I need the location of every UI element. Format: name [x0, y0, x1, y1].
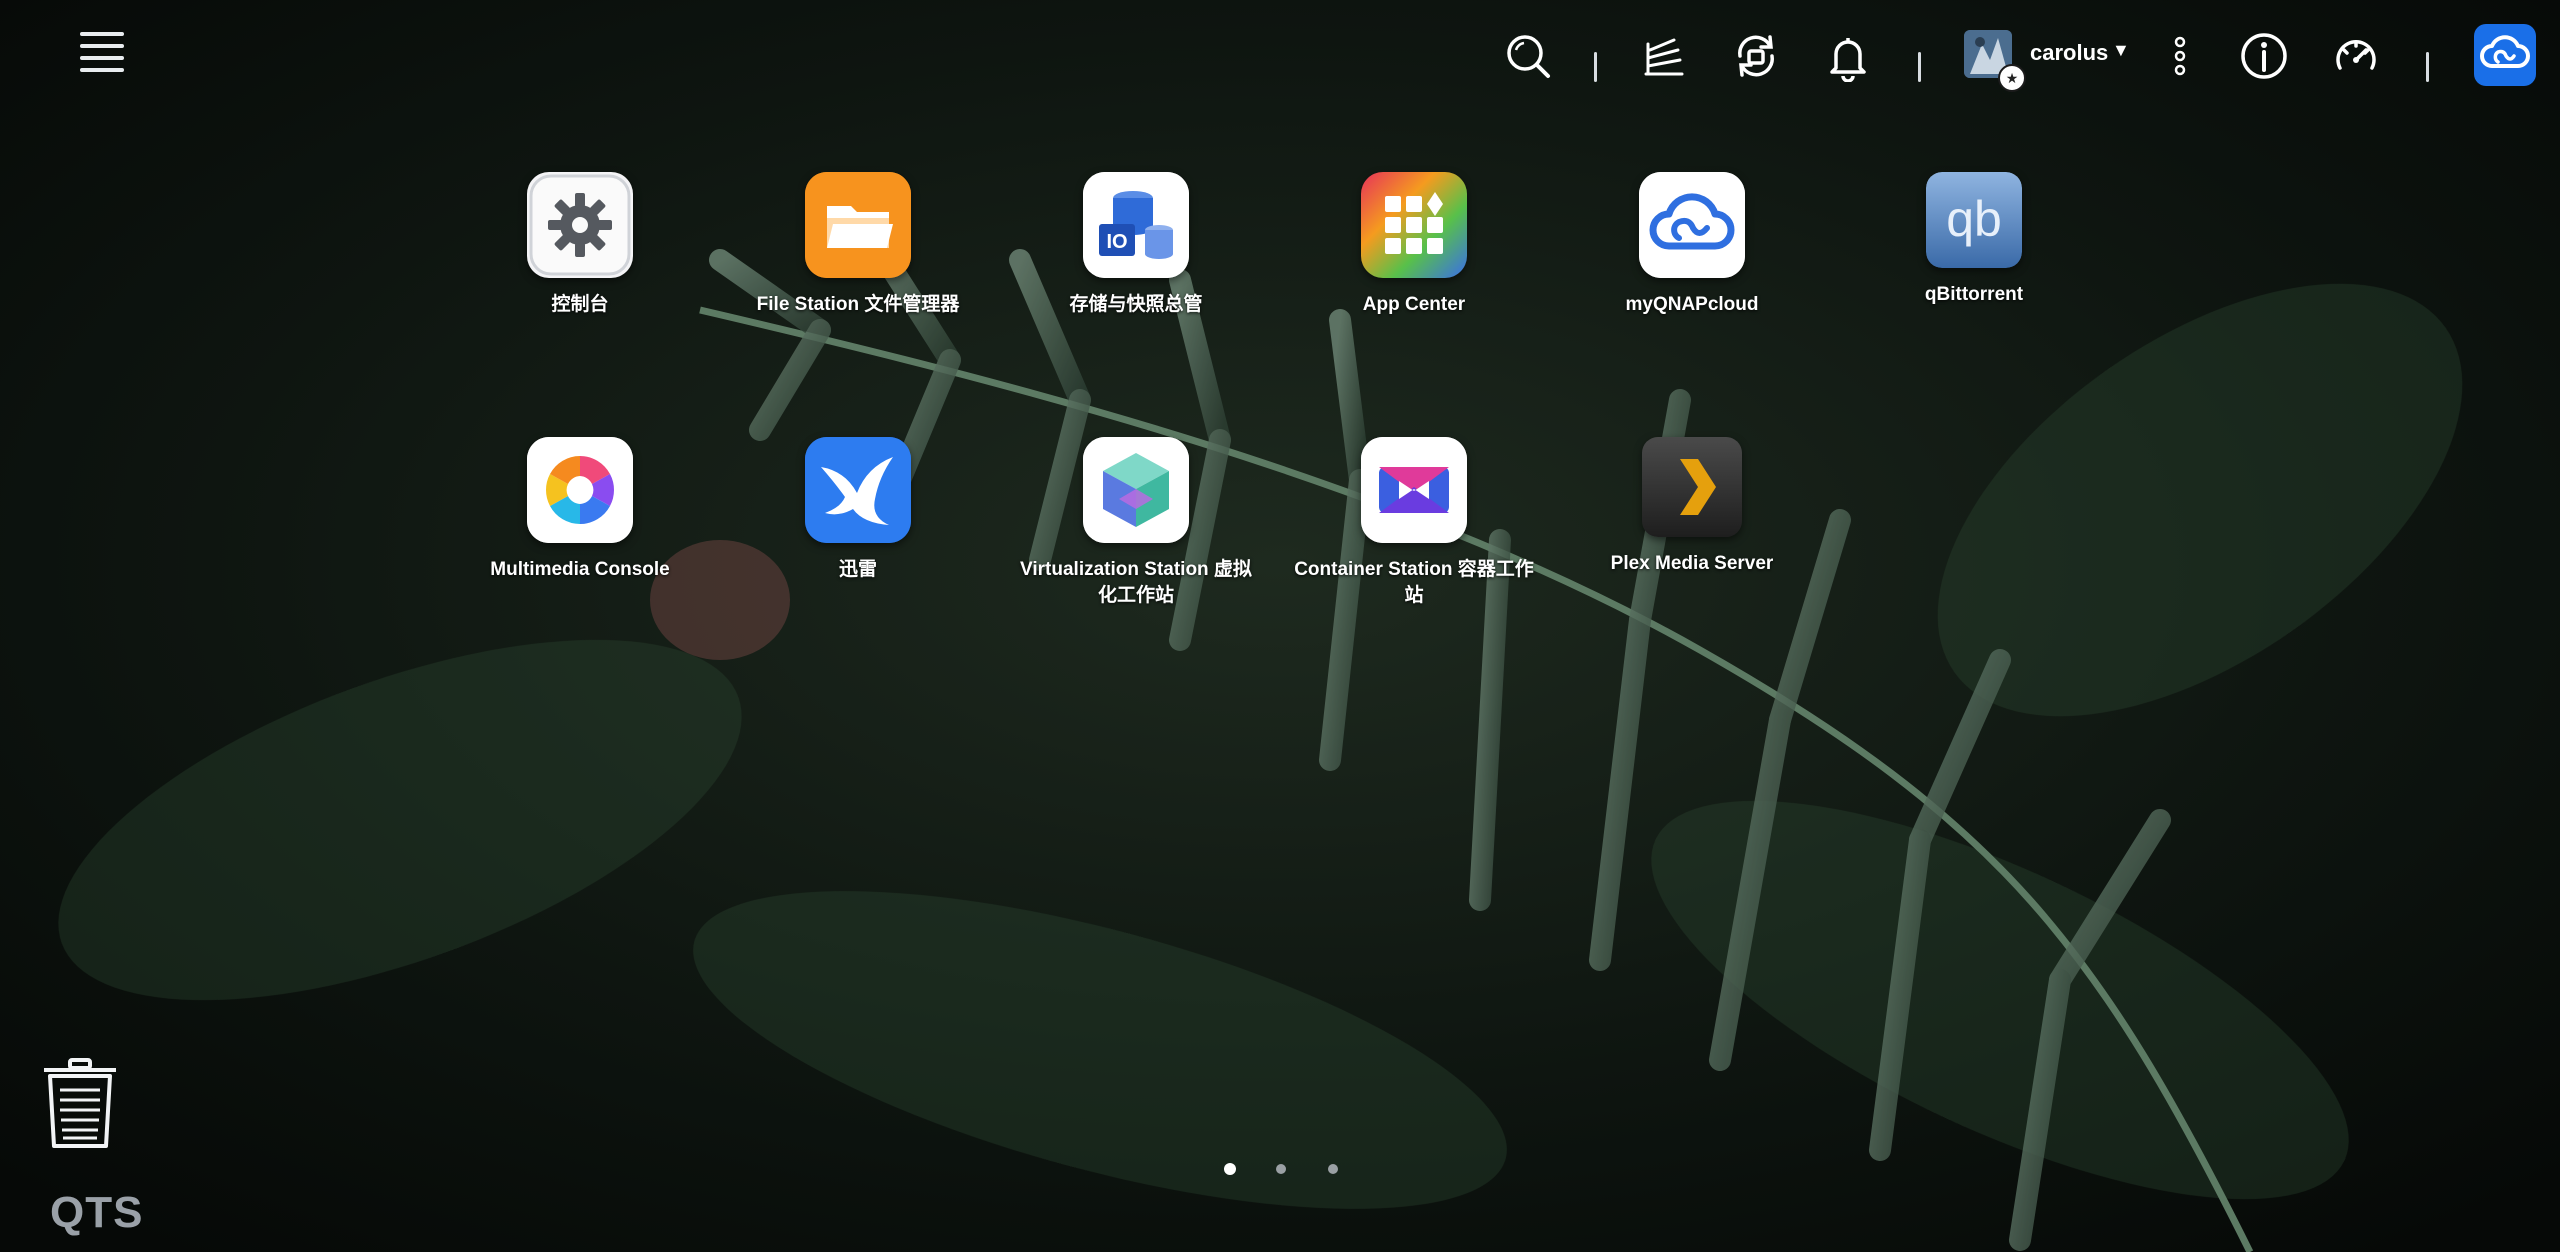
qbittorrent-icon: qb — [1926, 172, 2022, 268]
app-qbittorrent[interactable]: qb qBittorrent — [1854, 172, 2094, 308]
app-storage-snapshots[interactable]: IO 存储与快照总管 — [1016, 172, 1256, 318]
app-multimedia-console[interactable]: Multimedia Console — [460, 437, 700, 583]
storage-database-icon: IO — [1083, 172, 1189, 278]
app-label: Virtualization Station 虚拟化工作站 — [1020, 559, 1252, 606]
app-label: Container Station 容器工作站 — [1294, 559, 1534, 606]
app-label: Multimedia Console — [490, 559, 670, 580]
chevron-down-icon: ▼ — [2112, 40, 2130, 60]
app-label: App Center — [1362, 294, 1466, 315]
app-control-panel[interactable]: 控制台 — [460, 172, 700, 318]
app-label: myQNAPcloud — [1625, 294, 1759, 315]
plex-chevron-icon — [1642, 437, 1742, 537]
toolbar-separator — [1594, 52, 1597, 82]
page-dot-2[interactable] — [1276, 1164, 1286, 1174]
control-panel-gear-icon — [527, 172, 633, 278]
app-virtualization-station[interactable]: Virtualization Station 虚拟化工作站 — [1016, 437, 1256, 609]
main-menu-button[interactable] — [80, 30, 124, 78]
resource-monitor-icon[interactable] — [2330, 30, 2382, 82]
app-label: 控制台 — [551, 294, 609, 315]
app-myqnapcloud[interactable]: myQNAPcloud — [1572, 172, 1812, 318]
search-icon[interactable] — [1502, 30, 1554, 82]
more-options-icon[interactable] — [2154, 30, 2206, 82]
container-station-icon — [1361, 437, 1467, 543]
myqnapcloud-link-icon[interactable] — [2474, 24, 2536, 86]
qts-logo: QTS — [50, 1188, 144, 1237]
app-label: Plex Media Server — [1610, 553, 1774, 574]
app-grid-icon — [1361, 172, 1467, 278]
desktop-wallpaper — [0, 0, 2560, 1252]
app-plex-media-server[interactable]: Plex Media Server — [1572, 437, 1812, 577]
notification-bell-icon[interactable] — [1822, 30, 1874, 83]
app-label: File Station 文件管理器 — [756, 294, 960, 315]
cloud-icon — [1639, 172, 1745, 278]
app-label: 迅雷 — [838, 559, 877, 580]
info-icon[interactable] — [2238, 30, 2290, 82]
toolbar-separator — [1918, 52, 1921, 82]
app-file-station[interactable]: File Station 文件管理器 — [738, 172, 978, 318]
folder-icon — [805, 172, 911, 278]
recycle-bin-icon[interactable] — [40, 1056, 120, 1152]
background-tasks-icon[interactable] — [1638, 30, 1690, 82]
bird-icon — [805, 437, 911, 543]
app-app-center[interactable]: App Center — [1294, 172, 1534, 318]
page-dot-1[interactable] — [1224, 1163, 1236, 1175]
username: carolus — [2030, 40, 2109, 65]
svg-text:IO: IO — [1106, 231, 1127, 253]
toolbar-separator — [2426, 52, 2429, 82]
desktop-pagination — [1218, 1160, 1348, 1180]
multimedia-console-icon — [527, 437, 633, 543]
virtualization-cube-icon — [1083, 437, 1189, 543]
svg-text:qb: qb — [1946, 191, 2002, 247]
app-label: qBittorrent — [1924, 284, 2024, 305]
app-xunlei[interactable]: 迅雷 — [738, 437, 978, 583]
sync-icon[interactable] — [1730, 30, 1782, 82]
app-container-station[interactable]: Container Station 容器工作站 — [1294, 437, 1534, 609]
top-bar: ★ carolus ▼ — [0, 0, 2560, 110]
page-dot-3[interactable] — [1328, 1164, 1338, 1174]
admin-badge-icon: ★ — [1998, 64, 2026, 92]
app-label: 存储与快照总管 — [1069, 294, 1203, 315]
